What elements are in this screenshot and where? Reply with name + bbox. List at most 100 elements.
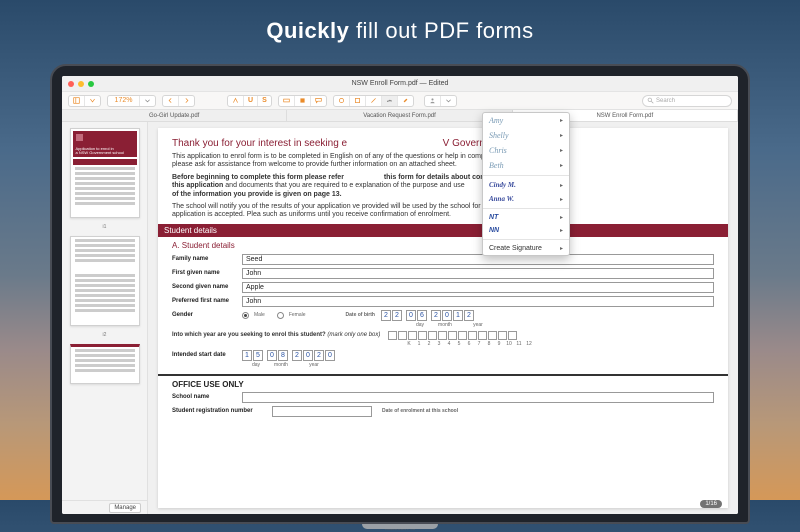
text-tool-button[interactable]: [279, 96, 295, 106]
year-box-K[interactable]: [388, 331, 397, 340]
pref-name-label: Preferred first name: [172, 298, 242, 304]
year-box-3[interactable]: [418, 331, 427, 340]
year-box-6[interactable]: [448, 331, 457, 340]
stamp-tool-button[interactable]: [334, 96, 350, 106]
page-thumbnail-1[interactable]: Application to enrol in a NSW Government…: [70, 128, 140, 218]
year-box-8[interactable]: [468, 331, 477, 340]
gender-female-radio[interactable]: [277, 312, 284, 319]
year-label-12: 12: [524, 341, 534, 347]
gender-female-label: Female: [289, 312, 306, 318]
gender-male-label: Male: [254, 312, 265, 318]
comment-tool-button[interactable]: [311, 96, 326, 106]
pdf-page: Thank you for your interest in seeking e…: [158, 128, 728, 508]
enrol-year-boxes[interactable]: [388, 331, 517, 340]
note-tool-button[interactable]: [295, 96, 311, 106]
page-counter: 1/16: [700, 500, 722, 508]
search-icon: [647, 97, 654, 104]
chevron-down-icon[interactable]: [441, 96, 456, 106]
second-name-label: Second given name: [172, 284, 242, 290]
year-box-11[interactable]: [498, 331, 507, 340]
highlight-tool-button[interactable]: [228, 96, 244, 106]
zoom-select[interactable]: 172%: [108, 96, 140, 106]
back-button[interactable]: [163, 96, 179, 106]
family-name-field[interactable]: Seed: [242, 254, 714, 265]
second-name-field[interactable]: Apple: [242, 282, 714, 293]
date-enrolment-label: Date of enrolment at this school: [382, 408, 458, 414]
manage-button[interactable]: Manage: [109, 503, 141, 513]
signature-menu: Amy▸ Shelly▸ Chris▸ Beth▸ Cindy M.▸ Anna…: [482, 112, 570, 256]
year-label-K: K: [404, 341, 414, 347]
signature-item-beth[interactable]: Beth▸: [483, 158, 569, 173]
year-box-2[interactable]: [408, 331, 417, 340]
year-box-4[interactable]: [428, 331, 437, 340]
office-use-heading: OFFICE USE ONLY: [172, 380, 714, 389]
year-label-1: 1: [414, 341, 424, 347]
intro-para-3: The school will notify you of the result…: [172, 203, 714, 220]
chevron-right-icon: ▸: [560, 117, 563, 124]
forward-button[interactable]: [179, 96, 194, 106]
dob-boxes[interactable]: 22 06 2012: [381, 310, 474, 321]
year-box-7[interactable]: [458, 331, 467, 340]
window-title: NSW Enroll Form.pdf — Edited: [62, 80, 738, 87]
shape-tool-button[interactable]: [350, 96, 366, 106]
first-name-field[interactable]: John: [242, 268, 714, 279]
year-box-9[interactable]: [478, 331, 487, 340]
year-label-10: 10: [504, 341, 514, 347]
intended-date-boxes[interactable]: 15 08 2020: [242, 350, 335, 361]
chevron-down-icon[interactable]: [140, 96, 155, 106]
thumbnail-sidebar: Application to enrol in a NSW Government…: [62, 122, 148, 514]
marketing-headline: Quickly fill out PDF forms: [0, 18, 800, 44]
year-label-6: 6: [464, 341, 474, 347]
window-titlebar: NSW Enroll Form.pdf — Edited: [62, 76, 738, 92]
registration-label: Student registration number: [172, 408, 272, 414]
registration-field[interactable]: [272, 406, 372, 417]
year-label-3: 3: [434, 341, 444, 347]
year-label-11: 11: [514, 341, 524, 347]
signature-item-amy[interactable]: Amy▸: [483, 113, 569, 128]
underline-tool-button[interactable]: U: [244, 96, 258, 106]
draw-tool-button[interactable]: [366, 96, 382, 106]
document-tabs: Go-Girl Update.pdf Vacation Request Form…: [62, 110, 738, 122]
sidebar-toggle-button[interactable]: [69, 96, 85, 106]
gender-male-radio[interactable]: [242, 312, 249, 319]
enrol-year-label: Into which year are you seeking to enrol…: [172, 332, 380, 338]
strikethrough-tool-button[interactable]: S: [258, 96, 271, 106]
app-window: NSW Enroll Form.pdf — Edited 172%: [62, 76, 738, 514]
page-thumbnail-2[interactable]: [70, 236, 140, 326]
year-box-1[interactable]: [398, 331, 407, 340]
signature-item-chris[interactable]: Chris▸: [483, 143, 569, 158]
tab-go-girl[interactable]: Go-Girl Update.pdf: [62, 110, 287, 121]
tab-vacation-request[interactable]: Vacation Request Form.pdf: [287, 110, 512, 121]
year-box-5[interactable]: [438, 331, 447, 340]
signature-item-nn[interactable]: NN▸: [483, 224, 569, 237]
create-signature-item[interactable]: Create Signature▸: [483, 242, 569, 255]
search-input[interactable]: Search: [642, 95, 732, 107]
year-label-7: 7: [474, 341, 484, 347]
signature-tool-button[interactable]: [382, 96, 398, 106]
page-viewport[interactable]: Thank you for your interest in seeking e…: [148, 122, 738, 514]
laptop-model-label: MacBook Pro: [20, 526, 780, 532]
year-label-8: 8: [484, 341, 494, 347]
school-name-field[interactable]: [242, 392, 714, 403]
dropdown-chevron-icon[interactable]: [85, 96, 100, 106]
student-details-banner: Student details: [158, 224, 728, 237]
year-label-4: 4: [444, 341, 454, 347]
year-box-12[interactable]: [508, 331, 517, 340]
year-box-10[interactable]: [488, 331, 497, 340]
signature-item-nt[interactable]: NT▸: [483, 211, 569, 224]
page-thumbnail-3[interactable]: [70, 344, 140, 384]
toolbar: 172% U S: [62, 92, 738, 110]
thumbnail-1-label: i1: [68, 224, 141, 230]
year-label-5: 5: [454, 341, 464, 347]
user-button[interactable]: [425, 96, 441, 106]
family-name-label: Family name: [172, 256, 242, 262]
signature-item-cindy[interactable]: Cindy M.▸: [483, 178, 569, 192]
form-heading: Thank you for your interest in seeking e…: [172, 138, 714, 149]
signature-item-anna[interactable]: Anna W.▸: [483, 192, 569, 206]
eraser-tool-button[interactable]: [398, 96, 413, 106]
laptop-frame: NSW Enroll Form.pdf — Edited 172%: [50, 64, 750, 478]
signature-item-shelly[interactable]: Shelly▸: [483, 128, 569, 143]
year-label-2: 2: [424, 341, 434, 347]
pref-name-field[interactable]: John: [242, 296, 714, 307]
dob-label: Date of birth: [346, 312, 375, 318]
